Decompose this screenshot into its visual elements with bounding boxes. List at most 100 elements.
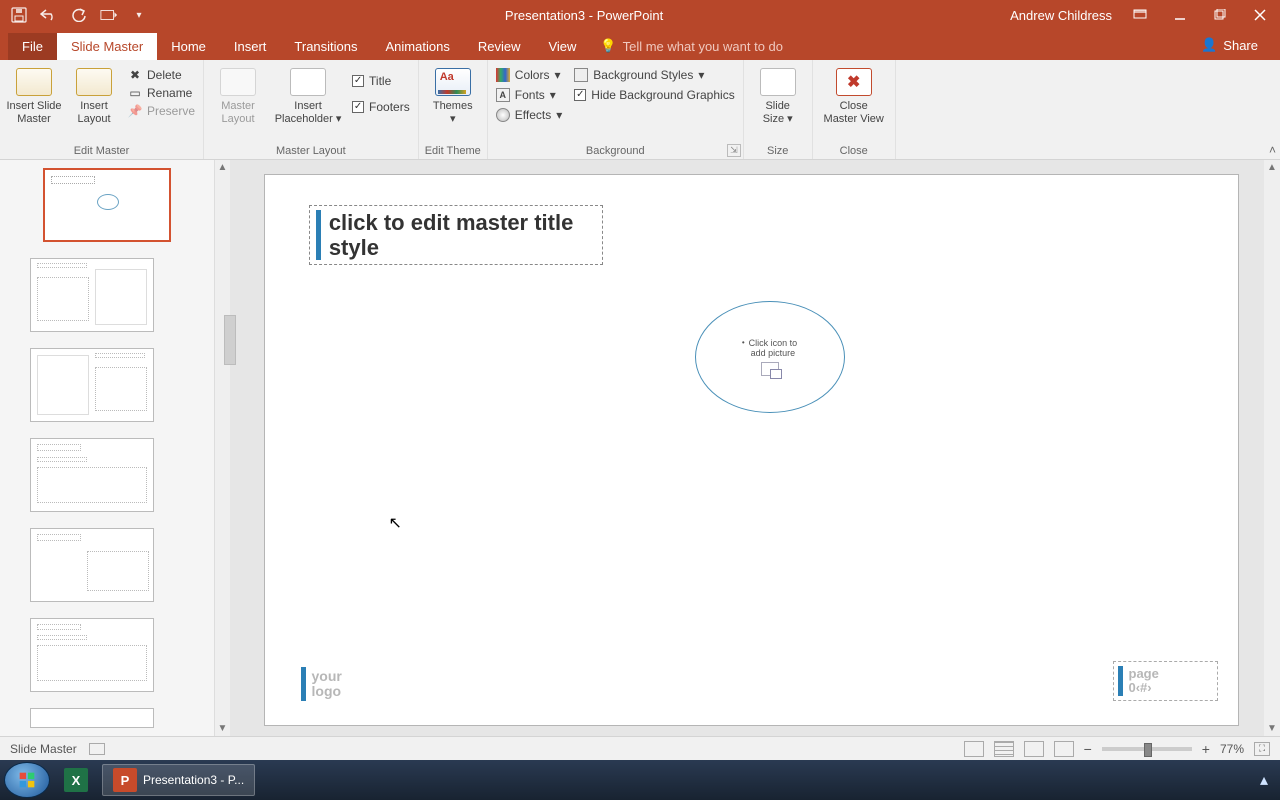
preserve-icon: 📌 xyxy=(128,104,142,118)
scroll-down-icon[interactable]: ▼ xyxy=(1265,721,1279,736)
colors-button[interactable]: Colors ▾ xyxy=(494,68,565,82)
save-icon[interactable] xyxy=(10,6,28,24)
scroll-up-icon[interactable]: ▲ xyxy=(1265,160,1279,175)
close-master-view-button[interactable]: ✖ Close Master View xyxy=(819,66,889,125)
checkbox-checked-icon: ✓ xyxy=(574,89,586,101)
group-label-size: Size xyxy=(750,143,806,159)
picture-icon[interactable] xyxy=(761,362,779,376)
master-title-text[interactable]: click to edit master title style xyxy=(329,210,596,260)
scroll-up-icon[interactable]: ▲ xyxy=(216,160,230,175)
group-edit-theme: Aa Themes▾ Edit Theme xyxy=(419,60,488,159)
thumb-content xyxy=(95,367,147,411)
slide-master-thumbnail[interactable] xyxy=(43,168,171,242)
dropdown-icon: ▾ xyxy=(450,113,456,125)
tab-slide-master[interactable]: Slide Master xyxy=(57,33,157,60)
picture-placeholder-text: Click icon to add picture xyxy=(749,338,798,358)
tell-me-search[interactable]: 💡 Tell me what you want to do xyxy=(590,32,1191,60)
taskbar: X P Presentation3 - P... ▴ xyxy=(0,760,1280,800)
scroll-down-icon[interactable]: ▼ xyxy=(216,721,230,736)
background-styles-button[interactable]: Background Styles ▾ xyxy=(572,68,736,82)
minimize-button[interactable] xyxy=(1160,0,1200,30)
background-styles-icon xyxy=(574,68,588,82)
dropdown-icon: ▾ xyxy=(556,108,562,122)
layout-thumbnail[interactable] xyxy=(30,348,154,422)
ribbon-display-options-icon[interactable] xyxy=(1120,0,1160,30)
tab-file[interactable]: File xyxy=(8,33,57,60)
title-checkbox[interactable]: ✓Title xyxy=(350,74,412,88)
tab-animations[interactable]: Animations xyxy=(372,33,464,60)
picture-placeholder-oval[interactable]: • Click icon to add picture xyxy=(695,301,845,413)
reading-view-button[interactable] xyxy=(1024,741,1044,757)
thumbnail-list[interactable] xyxy=(0,160,214,736)
master-layout-button[interactable]: Master Layout xyxy=(210,66,266,125)
fit-to-window-button[interactable]: ⛶ xyxy=(1254,742,1270,756)
layout-thumbnail[interactable] xyxy=(30,618,154,692)
zoom-slider-thumb[interactable] xyxy=(1144,743,1152,757)
share-icon: 👤 xyxy=(1201,37,1217,53)
zoom-slider[interactable] xyxy=(1102,747,1192,751)
close-button[interactable] xyxy=(1240,0,1280,30)
themes-icon: Aa xyxy=(435,68,471,96)
preserve-button[interactable]: 📌Preserve xyxy=(126,104,197,118)
insert-slide-master-icon xyxy=(16,68,52,96)
start-from-beginning-icon[interactable] xyxy=(100,6,118,24)
tab-review[interactable]: Review xyxy=(464,33,535,60)
slide-size-icon xyxy=(760,68,796,96)
taskbar-powerpoint[interactable]: P Presentation3 - P... xyxy=(102,764,255,796)
page-number-placeholder[interactable]: page0‹#› xyxy=(1113,661,1218,701)
redo-icon[interactable] xyxy=(70,6,88,24)
tab-transitions[interactable]: Transitions xyxy=(280,33,371,60)
taskbar-excel[interactable]: X xyxy=(54,764,98,796)
start-button[interactable] xyxy=(4,762,50,798)
title-accent-bar xyxy=(316,210,321,260)
zoom-level[interactable]: 77% xyxy=(1220,742,1244,756)
collapse-ribbon-icon[interactable]: ˄ xyxy=(1269,143,1276,157)
zoom-in-button[interactable]: + xyxy=(1202,741,1210,757)
layout-thumbnail[interactable] xyxy=(30,438,154,512)
master-title-placeholder[interactable]: click to edit master title style xyxy=(309,205,603,265)
themes-button[interactable]: Aa Themes▾ xyxy=(425,66,481,125)
powerpoint-icon: P xyxy=(113,768,137,792)
zoom-out-button[interactable]: − xyxy=(1084,741,1092,757)
rename-button[interactable]: ▭Rename xyxy=(126,86,197,100)
excel-icon: X xyxy=(64,768,88,792)
notes-icon[interactable] xyxy=(89,743,105,755)
show-hidden-icons[interactable]: ▴ xyxy=(1260,770,1276,790)
insert-placeholder-button[interactable]: Insert Placeholder ▾ xyxy=(274,66,342,125)
background-dialog-launcher[interactable]: ⇲ xyxy=(727,144,741,157)
hide-background-graphics-checkbox[interactable]: ✓Hide Background Graphics xyxy=(572,88,736,102)
slide-canvas[interactable]: click to edit master title style • Click… xyxy=(264,174,1239,726)
slide-editor[interactable]: click to edit master title style • Click… xyxy=(230,160,1264,736)
master-layout-icon xyxy=(220,68,256,96)
thumbnail-scrollbar[interactable]: ▲ ▼ xyxy=(214,160,230,736)
maximize-button[interactable] xyxy=(1200,0,1240,30)
slideshow-view-button[interactable] xyxy=(1054,741,1074,757)
footers-checkbox[interactable]: ✓Footers xyxy=(350,100,412,114)
qat-customize-icon[interactable]: ▾ xyxy=(130,6,148,24)
tab-home[interactable]: Home xyxy=(157,33,220,60)
effects-button[interactable]: Effects ▾ xyxy=(494,108,565,122)
delete-button[interactable]: ✖Delete xyxy=(126,68,197,82)
fonts-button[interactable]: AFonts ▾ xyxy=(494,88,565,102)
layout-thumbnail[interactable] xyxy=(30,528,154,602)
undo-icon[interactable] xyxy=(40,6,58,24)
editor-scrollbar[interactable]: ▲ ▼ xyxy=(1264,160,1280,736)
thumb-content xyxy=(37,635,87,640)
insert-slide-master-button[interactable]: Insert Slide Master xyxy=(6,66,62,125)
layout-thumbnail[interactable] xyxy=(30,708,154,728)
user-name[interactable]: Andrew Childress xyxy=(1010,8,1120,23)
insert-layout-button[interactable]: Insert Layout xyxy=(70,66,118,125)
tab-view[interactable]: View xyxy=(534,33,590,60)
logo-placeholder[interactable]: yourlogo xyxy=(301,667,342,701)
insert-placeholder-icon xyxy=(290,68,326,96)
slide-size-button[interactable]: Slide Size ▾ xyxy=(750,66,806,125)
window-title: Presentation3 - PowerPoint xyxy=(158,8,1010,23)
slide-sorter-view-button[interactable] xyxy=(994,741,1014,757)
thumb-content xyxy=(37,467,147,503)
layout-thumbnail[interactable] xyxy=(30,258,154,332)
thumb-content xyxy=(37,355,89,415)
status-bar: Slide Master − + 77% ⛶ xyxy=(0,736,1280,760)
normal-view-button[interactable] xyxy=(964,741,984,757)
share-button[interactable]: 👤 Share xyxy=(1191,32,1272,58)
tab-insert[interactable]: Insert xyxy=(220,33,281,60)
